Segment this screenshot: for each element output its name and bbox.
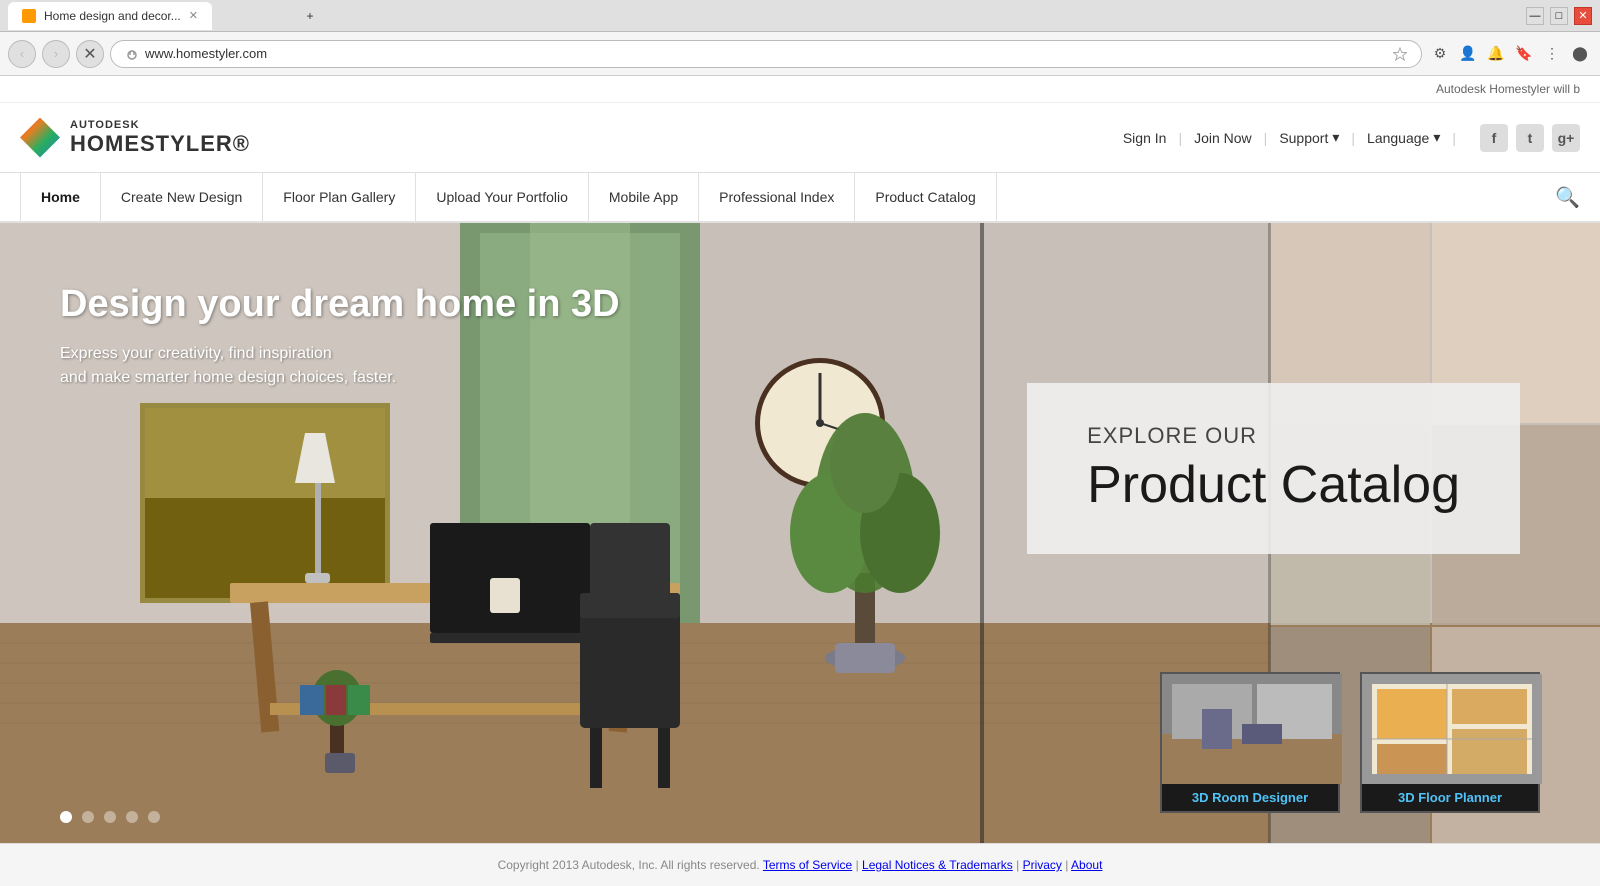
slide-dot-3[interactable]: [104, 811, 116, 823]
toolbar-actions: ⚙ 👤 🔔 🔖 ⋮ ⬤: [1428, 42, 1592, 66]
slide-dots: [60, 811, 160, 823]
hero-headline: Design your dream home in 3D: [60, 283, 620, 326]
slide-dot-4[interactable]: [126, 811, 138, 823]
announcement-bar: Autodesk Homestyler will b: [0, 76, 1600, 103]
extensions-icon[interactable]: ⚙: [1428, 42, 1452, 66]
room-designer-thumb[interactable]: 3D Room Designer: [1160, 672, 1340, 813]
nav-item-mobile[interactable]: Mobile App: [589, 172, 699, 222]
window-minimize[interactable]: —: [1526, 7, 1544, 25]
circle-icon[interactable]: ⬤: [1568, 42, 1592, 66]
footer-privacy-link[interactable]: Privacy: [1023, 858, 1062, 872]
logo-area: AUTODESK HOMESTYLER®: [20, 118, 250, 158]
footer-about-link[interactable]: About: [1071, 858, 1102, 872]
nav-items: Home Create New Design Floor Plan Galler…: [20, 172, 1555, 222]
star-icon: [1393, 47, 1407, 61]
site-header: AUTODESK HOMESTYLER® Sign In | Join Now …: [0, 103, 1600, 173]
site-nav: Home Create New Design Floor Plan Galler…: [0, 173, 1600, 223]
social-icons: f t g+: [1480, 124, 1580, 152]
hero-section: Design your dream home in 3D Express you…: [0, 223, 1600, 843]
bottom-thumbnails: 3D Room Designer: [1160, 672, 1540, 813]
address-bar[interactable]: www.homestyler.com: [110, 40, 1422, 68]
site-footer: Copyright 2013 Autodesk, Inc. All rights…: [0, 843, 1600, 886]
window-maximize[interactable]: □: [1550, 7, 1568, 25]
browser-toolbar: ‹ › ✕ www.homestyler.com ⚙ 👤 🔔 🔖 ⋮ ⬤: [0, 32, 1600, 76]
back-button[interactable]: ‹: [8, 40, 36, 68]
sign-in-link[interactable]: Sign In: [1123, 130, 1167, 146]
hero-text: Design your dream home in 3D Express you…: [60, 283, 620, 390]
floor-planner-label: 3D Floor Planner: [1362, 784, 1538, 811]
product-catalog-overlay: EXPLORE OUR Product Catalog: [1027, 383, 1520, 554]
autodesk-logo-icon: [20, 118, 60, 158]
footer-copyright: Copyright 2013 Autodesk, Inc. All rights…: [498, 858, 760, 872]
tab-title: Home design and decor...: [44, 9, 181, 23]
facebook-icon[interactable]: f: [1480, 124, 1508, 152]
nav-item-portfolio[interactable]: Upload Your Portfolio: [416, 172, 589, 222]
header-actions: Sign In | Join Now | Support ▾ | Languag…: [1123, 124, 1580, 152]
tab-favicon: [22, 9, 36, 23]
autodesk-text: AUTODESK: [70, 119, 250, 131]
user-icon[interactable]: 👤: [1456, 42, 1480, 66]
join-now-link[interactable]: Join Now: [1194, 130, 1252, 146]
tab-close-button[interactable]: ✕: [189, 9, 198, 22]
announcement-text: Autodesk Homestyler will b: [1436, 82, 1580, 96]
homestyler-text: HOMESTYLER®: [70, 131, 250, 157]
catalog-title: Product Catalog: [1087, 457, 1460, 514]
support-chevron-icon: ▾: [1332, 129, 1339, 146]
window-close[interactable]: ✕: [1574, 7, 1592, 25]
explore-label: EXPLORE OUR: [1087, 423, 1460, 449]
footer-terms-link[interactable]: Terms of Service: [763, 858, 852, 872]
footer-legal-link[interactable]: Legal Notices & Trademarks: [862, 858, 1013, 872]
support-button[interactable]: Support ▾: [1279, 129, 1339, 146]
nav-item-catalog[interactable]: Product Catalog: [855, 172, 996, 222]
room-designer-preview: [1162, 674, 1342, 784]
hero-subtext: Express your creativity, find inspiratio…: [60, 342, 620, 390]
new-tab-button[interactable]: +: [220, 2, 400, 30]
site-wrapper: Autodesk Homestyler will b AUTODESK HOME…: [0, 76, 1600, 886]
room-designer-svg: [1162, 674, 1342, 784]
googleplus-icon[interactable]: g+: [1552, 124, 1580, 152]
nav-item-home[interactable]: Home: [20, 172, 101, 222]
nav-item-professional[interactable]: Professional Index: [699, 172, 855, 222]
bookmark-icon[interactable]: 🔖: [1512, 42, 1536, 66]
search-icon[interactable]: 🔍: [1555, 185, 1580, 210]
nav-item-floorplan[interactable]: Floor Plan Gallery: [263, 172, 416, 222]
reload-button[interactable]: ✕: [76, 40, 104, 68]
nav-item-create[interactable]: Create New Design: [101, 172, 263, 222]
menu-icon[interactable]: ⋮: [1540, 42, 1564, 66]
browser-chrome: Home design and decor... ✕ + — □ ✕ ‹ › ✕…: [0, 0, 1600, 76]
forward-button[interactable]: ›: [42, 40, 70, 68]
slide-dot-2[interactable]: [82, 811, 94, 823]
slide-dot-1[interactable]: [60, 811, 72, 823]
room-designer-label: 3D Room Designer: [1162, 784, 1338, 811]
floor-planner-thumb[interactable]: 3D Floor Planner: [1360, 672, 1540, 813]
language-chevron-icon: ▾: [1433, 129, 1440, 146]
floor-planner-preview: [1362, 674, 1542, 784]
floor-planner-svg: [1362, 674, 1542, 784]
browser-tab[interactable]: Home design and decor... ✕: [8, 2, 212, 30]
browser-title-bar: Home design and decor... ✕ + — □ ✕: [0, 0, 1600, 32]
lock-icon: [125, 47, 139, 61]
language-button[interactable]: Language ▾: [1367, 129, 1440, 146]
slide-dot-5[interactable]: [148, 811, 160, 823]
notifications-icon[interactable]: 🔔: [1484, 42, 1508, 66]
url-text: www.homestyler.com: [145, 46, 1387, 61]
logo-text-group: AUTODESK HOMESTYLER®: [70, 119, 250, 157]
twitter-icon[interactable]: t: [1516, 124, 1544, 152]
